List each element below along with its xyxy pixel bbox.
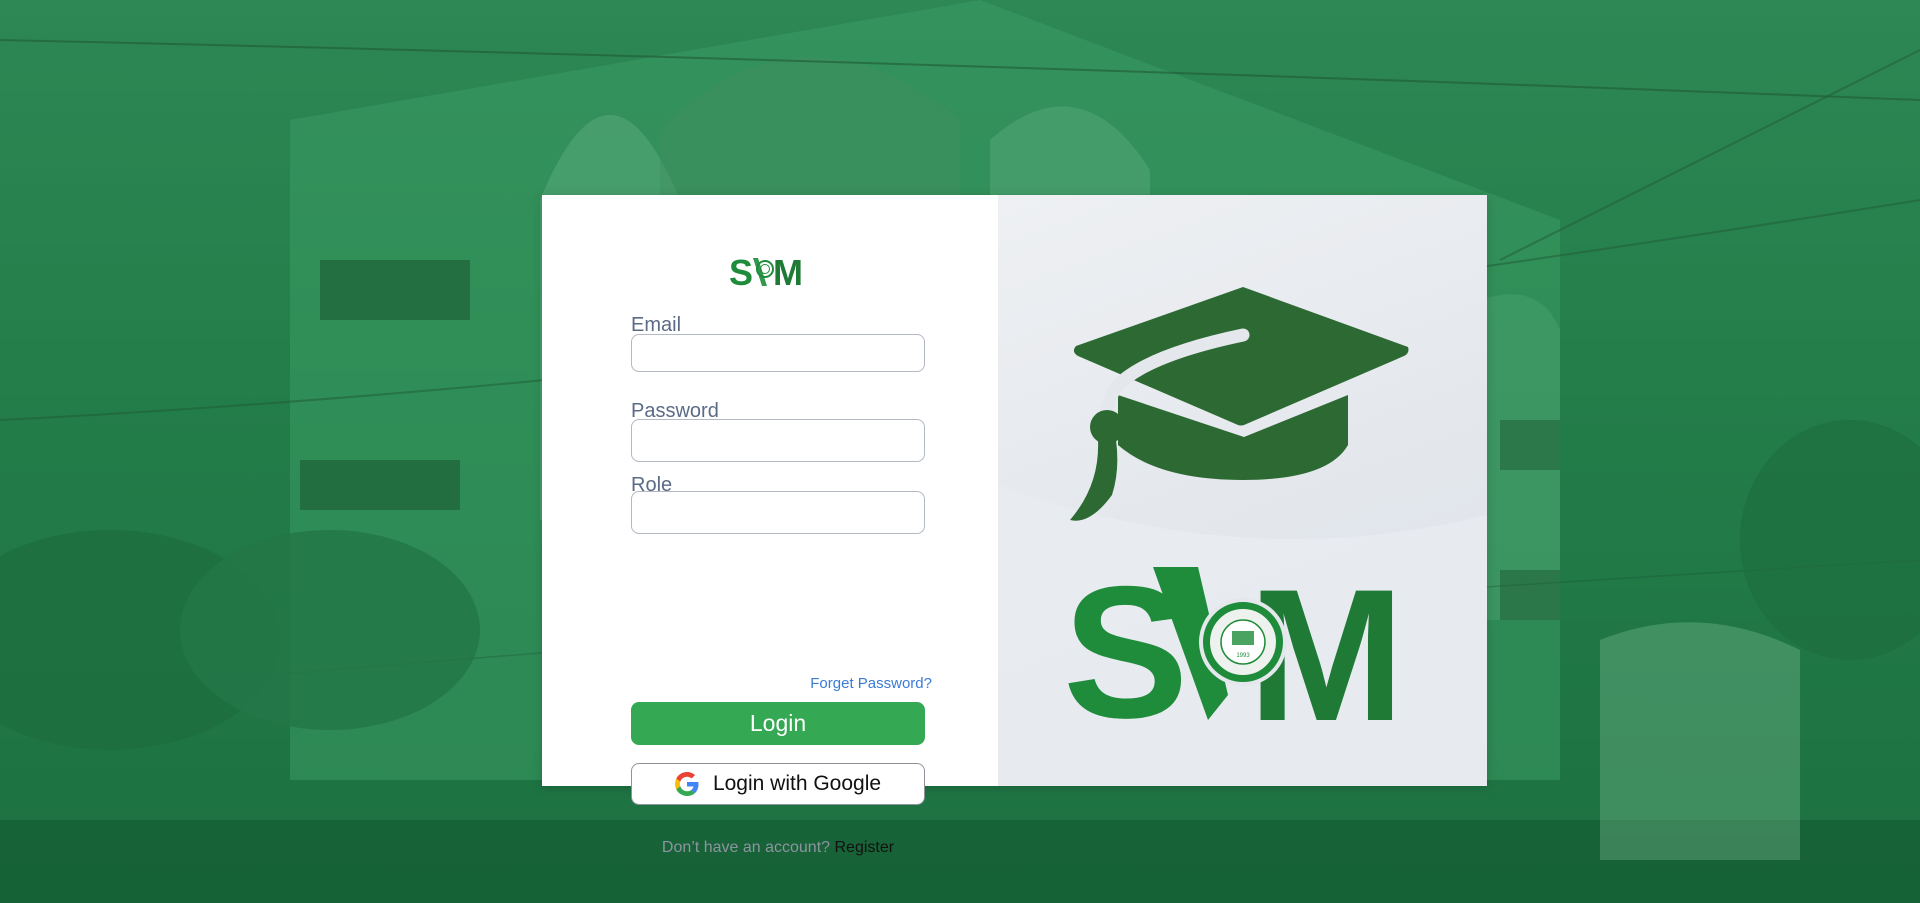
login-panel: S M Email Password Role Forget Password?…	[542, 195, 998, 856]
register-row: Don’t have an account? Register	[631, 839, 925, 857]
login-with-google-button[interactable]: Login with Google	[631, 763, 925, 805]
email-input[interactable]	[631, 334, 925, 372]
forgot-password-link[interactable]: Forget Password?	[810, 675, 932, 692]
google-button-label: Login with Google	[712, 772, 882, 795]
login-button[interactable]: Login	[631, 702, 925, 745]
svm-logo-small: S M	[729, 252, 804, 290]
role-input[interactable]	[631, 491, 925, 534]
register-link[interactable]: Register	[835, 839, 895, 856]
password-input[interactable]	[631, 419, 925, 462]
no-account-text: Don’t have an account?	[661, 839, 831, 856]
login-card: S M Email Password Role Forget Password?…	[542, 195, 1487, 856]
graduation-cap-icon	[1070, 287, 1409, 521]
svg-text:S: S	[729, 252, 752, 290]
brand-illustration: S M 1993	[998, 287, 1487, 786]
svg-text:M: M	[773, 252, 801, 290]
brand-panel: S M 1993	[998, 195, 1487, 786]
seal-year: 1993	[1236, 653, 1250, 659]
google-icon	[674, 772, 699, 796]
